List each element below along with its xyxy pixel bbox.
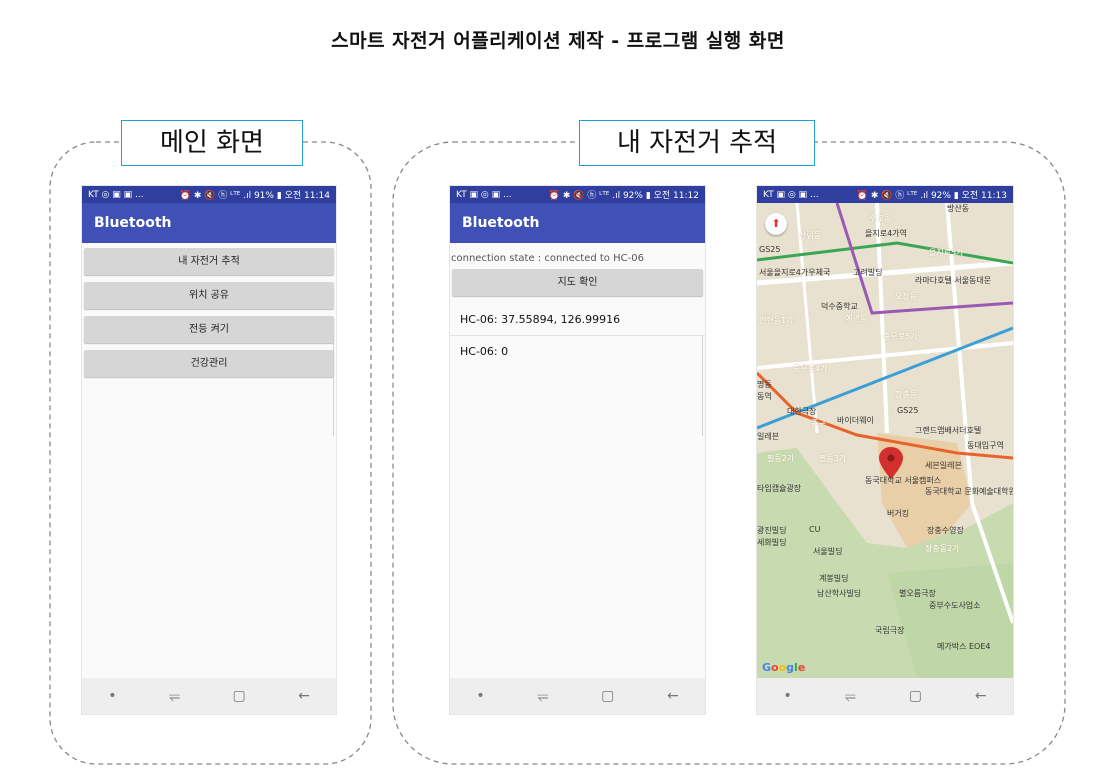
status-left: KT ▣ ◎ ▣ ... (456, 189, 512, 200)
back-icon[interactable]: ← (975, 688, 987, 704)
map-label: 장충동2가 (925, 544, 960, 553)
map-label: 덕수중학교 (821, 302, 858, 311)
map-label: 서울빌딩 (813, 547, 843, 556)
app-bar-title: Bluetooth (450, 203, 705, 243)
home-icon[interactable]: ▢ (601, 688, 614, 704)
map-label: 동역 (757, 392, 772, 401)
recent-apps-icon[interactable]: ⥫ (169, 688, 180, 704)
map-label: 동대입구역 (967, 441, 1004, 450)
map-label: GS25 (759, 245, 781, 254)
map-label: 별오름극장 (899, 589, 936, 598)
compass-icon[interactable]: ⬆ (765, 213, 787, 235)
map-label: 필동3가 (819, 454, 847, 463)
map-label: 주교동 (869, 214, 892, 223)
home-icon[interactable]: ▢ (909, 688, 922, 704)
map-label: 산림동 (799, 231, 822, 240)
status-left: KT ◎ ▣ ▣ ... (88, 189, 144, 200)
map-label: 남산학사빌딩 (817, 589, 862, 598)
phone-bluetooth-screen: KT ▣ ◎ ▣ ... ⏰ ✱ 🔇 ⓗ ᴸᵀᴱ .ıl 92% ▮ 오전 11… (450, 186, 705, 714)
map-label: 오장동 (895, 292, 918, 301)
view-map-button[interactable]: 지도 확인 (452, 269, 703, 296)
map-label: 고려빌딩 (853, 268, 883, 277)
map-label: 대한극장 (787, 407, 817, 416)
map-label: 동국대학교 문화예술대학원 (925, 487, 1013, 496)
map-label: CU (809, 525, 821, 534)
map-label: GS25 (897, 406, 919, 415)
map-label: 그랜드앰배서더호텔 (915, 426, 982, 435)
google-logo: Google (762, 661, 806, 674)
map-label: 버거킹 (887, 509, 910, 518)
nav-dot-icon: • (108, 688, 117, 704)
phone-map-screen: KT ▣ ◎ ▣ ... ⏰ ✱ 🔇 ⓗ ᴸᵀᴱ .ıl 92% ▮ 오전 11… (757, 186, 1013, 714)
map-label: 동국대학교 서울캠퍼스 (865, 476, 942, 485)
connection-state: connection state : connected to HC-06 (451, 253, 644, 264)
tracking-screen-label: 내 자전거 추적 (579, 120, 815, 166)
map-view[interactable]: ⬆ 방산동 주교동 을지로4가역 산림동 GS25 을지로5가 서울을지로4가우… (757, 203, 1013, 678)
map-label: 라마다호텔 서울동대문 (915, 276, 992, 285)
status-bar: KT ▣ ◎ ▣ ... ⏰ ✱ 🔇 ⓗ ᴸᵀᴱ .ıl 92% ▮ 오전 11… (450, 186, 705, 203)
recent-apps-icon[interactable]: ⥫ (845, 688, 856, 704)
main-screen-label: 메인 화면 (121, 120, 303, 166)
nav-bar: • ⥫ ▢ ← (450, 678, 705, 714)
map-label: 충무로4가 (793, 364, 828, 373)
map-label: 국립극장 (875, 626, 905, 635)
status-right: ⏰ ✱ 🔇 ⓗ ᴸᵀᴱ .ıl 92% ▮ 오전 11:13 (856, 191, 1007, 201)
status-bar: KT ◎ ▣ ▣ ... ⏰ ✱ 🔇 ⓗ ᴸᵀᴱ .ıl 91% ▮ 오전 11… (82, 186, 336, 203)
map-label: 을지로5가 (929, 248, 964, 257)
map-label: 세화빌딩 (757, 538, 787, 547)
map-label: 일레븐 (757, 432, 780, 441)
menu-list: 내 자전거 추적 위치 공유 전등 켜기 건강관리 (82, 243, 336, 377)
map-label: 세븐일레븐 (925, 461, 962, 470)
message-item: HC-06: 0 (460, 345, 509, 358)
status-right: ⏰ ✱ 🔇 ⓗ ᴸᵀᴱ .ıl 91% ▮ 오전 11:14 (179, 191, 330, 201)
map-label: 필동2가 (767, 454, 795, 463)
scroll-edge (333, 336, 336, 436)
share-location-button[interactable]: 위치 공유 (84, 282, 334, 309)
message-item: HC-06: 37.55894, 126.99916 (450, 304, 705, 336)
map-label: 장충수영장 (927, 526, 964, 535)
map-label: 계봉빌딩 (819, 574, 849, 583)
subway-line-green (757, 241, 1013, 265)
map-label: 명동 (757, 380, 772, 389)
nav-dot-icon: • (783, 688, 792, 704)
map-label: 충무로5가 (883, 332, 918, 341)
map-label: 장충동 (895, 390, 918, 399)
map-label: 을지로4가역 (865, 229, 907, 238)
nav-bar: • ⥫ ▢ ← (82, 678, 336, 714)
map-label: 타임캡슐광장 (757, 484, 802, 493)
map-label: 메가박스 EOE4 (937, 642, 991, 651)
status-bar: KT ▣ ◎ ▣ ... ⏰ ✱ 🔇 ⓗ ᴸᵀᴱ .ıl 92% ▮ 오전 11… (757, 186, 1013, 203)
map-label: 방산동 (947, 204, 970, 213)
map-label: 바이더웨이 (837, 416, 874, 425)
map-label: 중구 (811, 419, 826, 428)
home-icon[interactable]: ▢ (232, 688, 245, 704)
back-icon[interactable]: ← (298, 688, 310, 704)
recent-apps-icon[interactable]: ⥫ (537, 688, 548, 704)
phone-main-screen: KT ◎ ▣ ▣ ... ⏰ ✱ 🔇 ⓗ ᴸᵀᴱ .ıl 91% ▮ 오전 11… (82, 186, 336, 714)
status-left: KT ▣ ◎ ▣ ... (763, 189, 819, 200)
health-button[interactable]: 건강관리 (84, 350, 334, 377)
map-label: 서울을지로4가우체국 (759, 268, 831, 277)
track-bike-button[interactable]: 내 자전거 추적 (84, 248, 334, 275)
app-bar-title: Bluetooth (82, 203, 336, 243)
map-label: 중부수도사업소 (929, 601, 981, 610)
nav-dot-icon: • (476, 688, 485, 704)
scroll-edge (702, 336, 705, 436)
nav-bar: • ⥫ ▢ ← (757, 678, 1013, 714)
map-label: 인현동1가 (759, 316, 794, 325)
map-label: 광진빌딩 (757, 526, 787, 535)
light-on-button[interactable]: 전등 켜기 (84, 316, 334, 343)
back-icon[interactable]: ← (667, 688, 679, 704)
map-label: 예관동 (845, 314, 868, 323)
status-right: ⏰ ✱ 🔇 ⓗ ᴸᵀᴱ .ıl 92% ▮ 오전 11:12 (548, 191, 699, 201)
